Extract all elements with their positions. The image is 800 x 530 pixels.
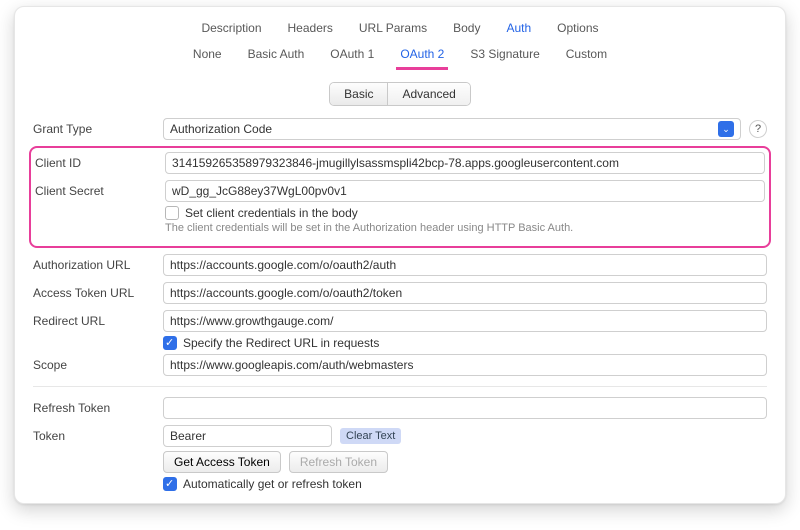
tab-headers[interactable]: Headers [284, 19, 337, 41]
section-divider [33, 386, 767, 387]
auth-tab-oauth2[interactable]: OAuth 2 [396, 45, 448, 70]
dropdown-caret-icon: ⌄ [718, 121, 734, 137]
tab-auth[interactable]: Auth [502, 19, 535, 41]
creds-hint: The client credentials will be set in th… [165, 222, 765, 234]
access-token-url-label: Access Token URL [33, 286, 153, 300]
get-access-token-button[interactable]: Get Access Token [163, 451, 281, 473]
auth-subtabs: None Basic Auth OAuth 1 OAuth 2 S3 Signa… [15, 45, 785, 74]
refresh-token-label: Refresh Token [33, 401, 153, 415]
authorization-url-input[interactable] [163, 254, 767, 276]
segment-basic[interactable]: Basic [330, 83, 387, 105]
tab-url-params[interactable]: URL Params [355, 19, 431, 41]
redirect-url-label: Redirect URL [33, 314, 153, 328]
auto-refresh-checkbox[interactable] [163, 477, 177, 491]
auto-refresh-label: Automatically get or refresh token [183, 477, 362, 491]
set-creds-in-body-label: Set client credentials in the body [185, 206, 358, 220]
tab-description[interactable]: Description [197, 19, 265, 41]
client-credentials-highlight: Client ID Client Secret Set client crede… [29, 146, 771, 248]
auth-tab-none[interactable]: None [189, 45, 226, 70]
segment-advanced[interactable]: Advanced [387, 83, 469, 105]
auth-tab-basic[interactable]: Basic Auth [244, 45, 309, 70]
grant-type-help-icon[interactable]: ? [749, 120, 767, 138]
mode-segment: Basic Advanced [329, 82, 471, 106]
auth-tab-s3[interactable]: S3 Signature [466, 45, 543, 70]
main-tabs: Description Headers URL Params Body Auth… [15, 7, 785, 45]
client-secret-input[interactable] [165, 180, 765, 202]
token-type-input[interactable] [163, 425, 332, 447]
clear-text-button[interactable]: Clear Text [340, 428, 401, 444]
tab-body[interactable]: Body [449, 19, 484, 41]
redirect-url-input[interactable] [163, 310, 767, 332]
oauth-config-panel: Description Headers URL Params Body Auth… [14, 6, 786, 504]
authorization-url-label: Authorization URL [33, 258, 153, 272]
specify-redirect-label: Specify the Redirect URL in requests [183, 336, 379, 350]
tab-options[interactable]: Options [553, 19, 602, 41]
grant-type-select[interactable]: Authorization Code ⌄ [163, 118, 741, 140]
grant-type-label: Grant Type [33, 122, 153, 136]
client-id-input[interactable] [165, 152, 765, 174]
scope-input[interactable] [163, 354, 767, 376]
refresh-token-button[interactable]: Refresh Token [289, 451, 388, 473]
auth-tab-custom[interactable]: Custom [562, 45, 611, 70]
refresh-token-input[interactable] [163, 397, 767, 419]
specify-redirect-checkbox[interactable] [163, 336, 177, 350]
scope-label: Scope [33, 358, 153, 372]
client-secret-label: Client Secret [35, 184, 155, 198]
access-token-url-input[interactable] [163, 282, 767, 304]
auth-tab-oauth1[interactable]: OAuth 1 [326, 45, 378, 70]
token-label: Token [33, 429, 153, 443]
grant-type-value: Authorization Code [170, 122, 272, 136]
client-id-label: Client ID [35, 156, 155, 170]
set-creds-in-body-checkbox[interactable] [165, 206, 179, 220]
